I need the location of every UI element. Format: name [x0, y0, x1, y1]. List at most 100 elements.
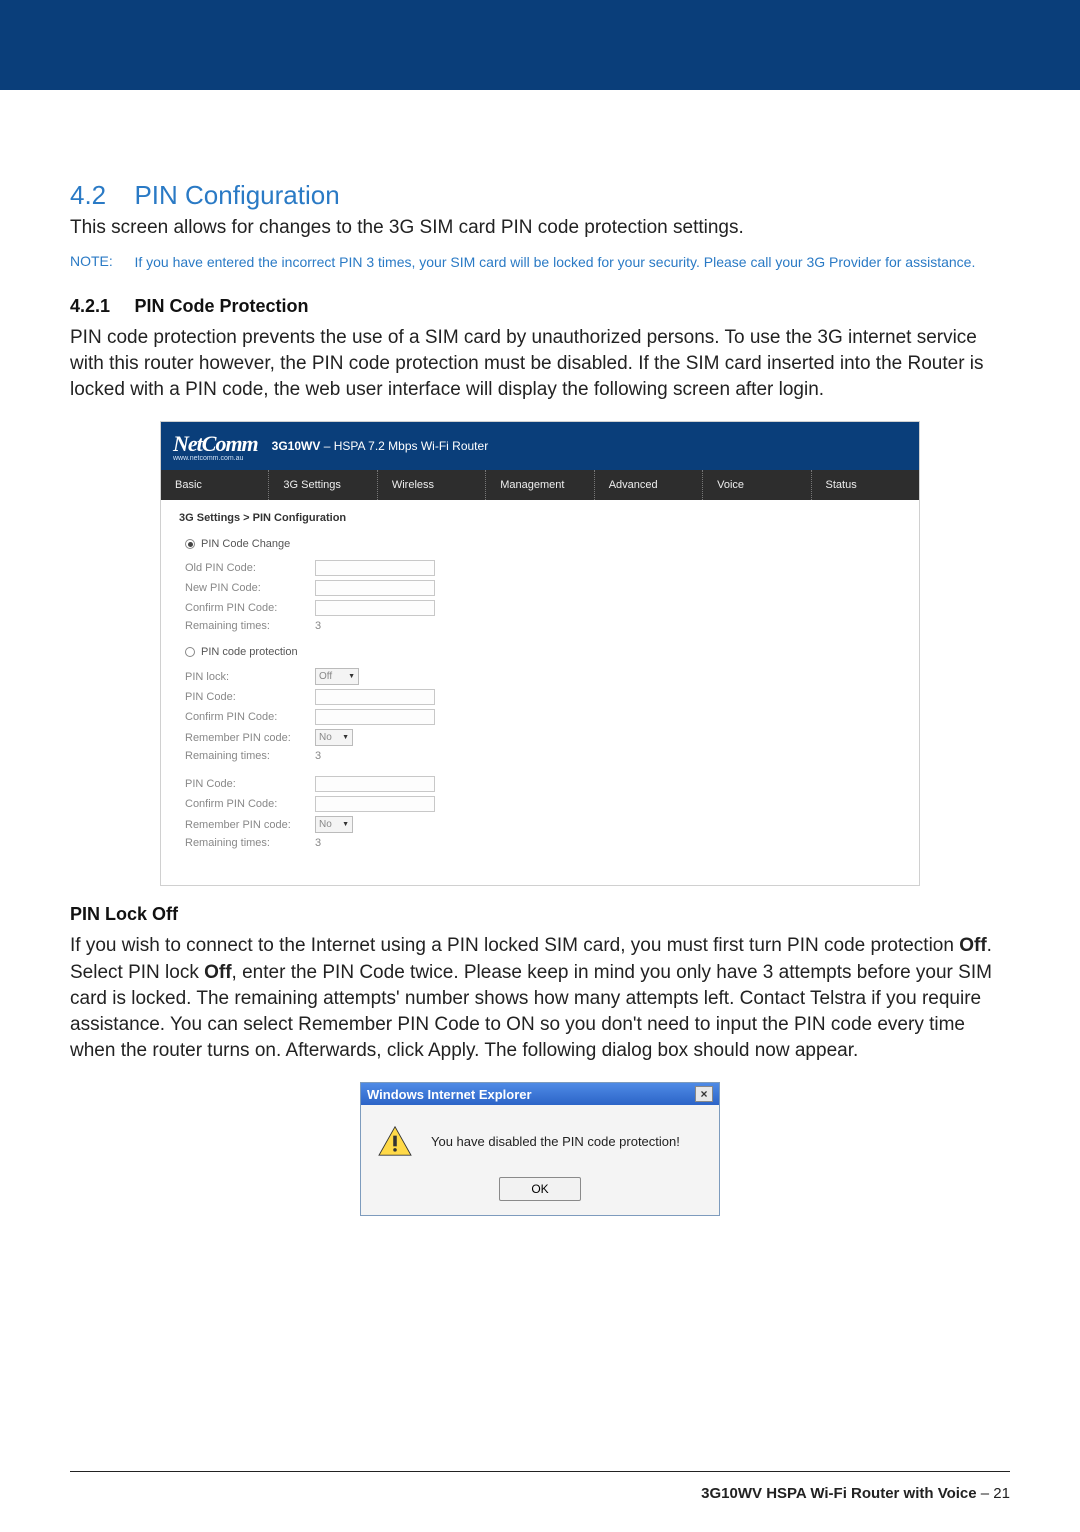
remember-pin-row-3: Remember PIN code: No ▼ [185, 816, 901, 833]
pin-code-input[interactable] [315, 689, 435, 705]
remember-pin-label-3: Remember PIN code: [185, 819, 315, 831]
pin-code-protection-group: PIN code protection PIN lock: Off ▼ PIN … [185, 646, 901, 762]
logo-text: NetComm [173, 431, 258, 456]
confirm-pin-label: Confirm PIN Code: [185, 602, 315, 614]
pin-lock-label: PIN lock: [185, 671, 315, 683]
ok-button[interactable]: OK [499, 1177, 581, 1201]
confirm-pin-input[interactable] [315, 600, 435, 616]
note-label: NOTE: [70, 253, 130, 269]
remember-pin-label: Remember PIN code: [185, 732, 315, 744]
radio-label: PIN Code Change [201, 538, 290, 550]
new-pin-input[interactable] [315, 580, 435, 596]
pin-group-3: PIN Code: Confirm PIN Code: Remember PIN… [185, 776, 901, 849]
pin-lock-off-heading: PIN Lock Off [70, 904, 1010, 925]
p2-off1: Off [959, 935, 986, 956]
dialog-body: You have disabled the PIN code protectio… [361, 1105, 719, 1215]
section-heading: 4.2 PIN Configuration [70, 180, 1010, 211]
nav-3g-settings[interactable]: 3G Settings [268, 470, 376, 500]
confirm-pin-row-3: Confirm PIN Code: [185, 796, 901, 812]
paragraph-1: PIN code protection prevents the use of … [70, 325, 1010, 404]
logo: NetComm www.netcomm.com.au [173, 431, 258, 462]
remember-pin-row: Remember PIN code: No ▼ [185, 729, 901, 746]
p2-a: If you wish to connect to the Internet u… [70, 935, 959, 956]
old-pin-label: Old PIN Code: [185, 562, 315, 574]
footer-rule [70, 1471, 1010, 1472]
breadcrumb: 3G Settings > PIN Configuration [179, 512, 901, 524]
radio-pin-code-protection[interactable]: PIN code protection [185, 646, 901, 658]
confirm-pin-input-3[interactable] [315, 796, 435, 812]
note-text: If you have entered the incorrect PIN 3 … [134, 253, 994, 272]
new-pin-row: New PIN Code: [185, 580, 901, 596]
router-ui-screenshot: NetComm www.netcomm.com.au 3G10WV – HSPA… [160, 421, 920, 886]
nav-wireless[interactable]: Wireless [377, 470, 485, 500]
radio-pin-code-change[interactable]: PIN Code Change [185, 538, 901, 550]
remaining-value: 3 [315, 620, 321, 632]
remember-pin-select-3[interactable]: No ▼ [315, 816, 353, 833]
remaining-label-3: Remaining times: [185, 837, 315, 849]
footer-title: 3G10WV HSPA Wi-Fi Router with Voice [701, 1485, 976, 1502]
model-number: 3G10WV [272, 439, 321, 453]
pin-code-label: PIN Code: [185, 691, 315, 703]
router-header: NetComm www.netcomm.com.au 3G10WV – HSPA… [161, 422, 919, 470]
nav-status[interactable]: Status [811, 470, 919, 500]
note-row: NOTE: If you have entered the incorrect … [70, 253, 1010, 272]
nav-voice[interactable]: Voice [702, 470, 810, 500]
subsection-heading: 4.2.1 PIN Code Protection [70, 282, 1010, 317]
remaining-label: Remaining times: [185, 620, 315, 632]
new-pin-label: New PIN Code: [185, 582, 315, 594]
confirm-pin-row: Confirm PIN Code: [185, 600, 901, 616]
confirm-pin-input-2[interactable] [315, 709, 435, 725]
router-nav: Basic 3G Settings Wireless Management Ad… [161, 470, 919, 500]
footer-text: 3G10WV HSPA Wi-Fi Router with Voice – 21 [701, 1485, 1010, 1502]
pin-code-input-3[interactable] [315, 776, 435, 792]
radio-label: PIN code protection [201, 646, 298, 658]
remaining-row-2: Remaining times: 3 [185, 750, 901, 762]
warning-icon [377, 1125, 413, 1157]
old-pin-input[interactable] [315, 560, 435, 576]
remaining-row: Remaining times: 3 [185, 620, 901, 632]
remember-pin-value: No [319, 732, 332, 743]
pin-lock-value: Off [319, 671, 332, 682]
dialog-titlebar: Windows Internet Explorer × [361, 1083, 719, 1105]
pin-lock-row: PIN lock: Off ▼ [185, 668, 901, 685]
remaining-value-3: 3 [315, 837, 321, 849]
dialog-row: You have disabled the PIN code protectio… [377, 1125, 703, 1157]
model-label: 3G10WV – HSPA 7.2 Mbps Wi-Fi Router [272, 439, 489, 453]
remaining-value-2: 3 [315, 750, 321, 762]
confirm-pin-row-2: Confirm PIN Code: [185, 709, 901, 725]
subsection-title: PIN Code Protection [134, 296, 308, 316]
confirm-pin-label-2: Confirm PIN Code: [185, 711, 315, 723]
chevron-down-icon: ▼ [348, 673, 355, 680]
remaining-label-2: Remaining times: [185, 750, 315, 762]
radio-icon [185, 539, 195, 549]
subsection-number: 4.2.1 [70, 296, 130, 317]
dialog-title-text: Windows Internet Explorer [367, 1087, 532, 1102]
pin-code-label-3: PIN Code: [185, 778, 315, 790]
page-content: 4.2 PIN Configuration This screen allows… [0, 90, 1080, 1216]
model-desc: – HSPA 7.2 Mbps Wi-Fi Router [320, 439, 488, 453]
radio-icon [185, 647, 195, 657]
paragraph-2: If you wish to connect to the Internet u… [70, 933, 1010, 1064]
pin-code-change-group: PIN Code Change Old PIN Code: New PIN Co… [185, 538, 901, 632]
close-icon[interactable]: × [695, 1086, 713, 1102]
section-number: 4.2 [70, 180, 130, 211]
top-blue-bar [0, 0, 1080, 90]
ie-dialog: Windows Internet Explorer × You have dis… [360, 1082, 720, 1216]
section-title: PIN Configuration [134, 180, 339, 210]
remember-pin-select[interactable]: No ▼ [315, 729, 353, 746]
nav-management[interactable]: Management [485, 470, 593, 500]
remaining-row-3: Remaining times: 3 [185, 837, 901, 849]
dialog-message: You have disabled the PIN code protectio… [431, 1134, 680, 1149]
pin-code-row-3: PIN Code: [185, 776, 901, 792]
footer-page: – 21 [977, 1485, 1010, 1502]
router-body: 3G Settings > PIN Configuration PIN Code… [161, 500, 919, 885]
pin-lock-select[interactable]: Off ▼ [315, 668, 359, 685]
pin-code-row: PIN Code: [185, 689, 901, 705]
nav-basic[interactable]: Basic [161, 470, 268, 500]
intro-text: This screen allows for changes to the 3G… [70, 215, 1010, 241]
p2-off2: Off [204, 962, 231, 983]
confirm-pin-label-3: Confirm PIN Code: [185, 798, 315, 810]
nav-advanced[interactable]: Advanced [594, 470, 702, 500]
remember-pin-value-3: No [319, 819, 332, 830]
old-pin-row: Old PIN Code: [185, 560, 901, 576]
